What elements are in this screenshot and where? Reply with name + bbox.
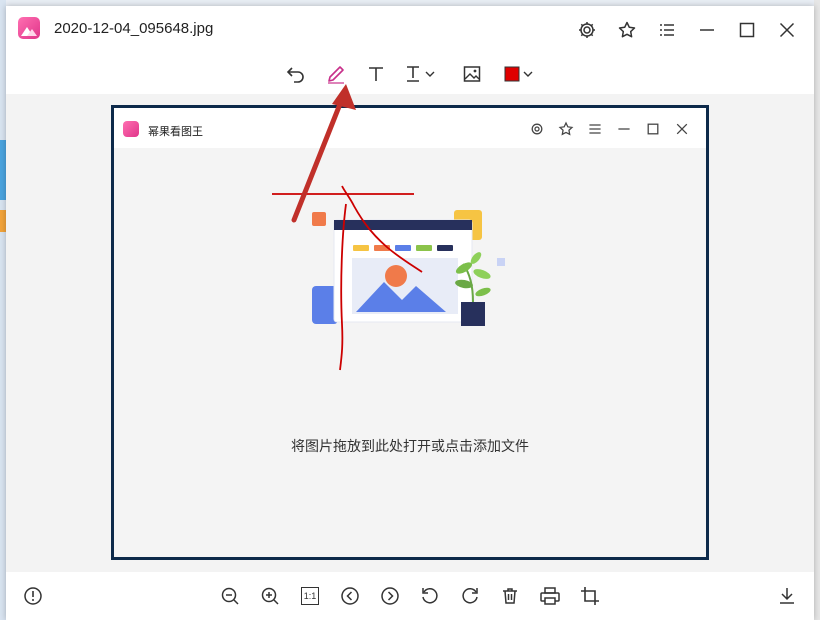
star-icon[interactable]	[613, 16, 641, 44]
menu-icon[interactable]	[653, 16, 681, 44]
prev-icon[interactable]	[336, 582, 364, 610]
app-logo-icon	[18, 17, 40, 39]
next-icon[interactable]	[376, 582, 404, 610]
zoom-out-icon[interactable]	[216, 582, 244, 610]
delete-icon[interactable]	[496, 582, 524, 610]
bottom-toolbar: 1:1	[6, 572, 814, 620]
rotate-left-icon[interactable]	[416, 582, 444, 610]
zoom-in-icon[interactable]	[256, 582, 284, 610]
actual-size-label: 1:1	[301, 587, 319, 605]
rotate-right-icon[interactable]	[456, 582, 484, 610]
viewer-window: 2020-12-04_095648.jpg 幂果看图王 将图片拖放到此处打开或点…	[6, 6, 814, 620]
pointer-arrow	[291, 84, 356, 223]
annotation-toolbar	[6, 54, 814, 94]
info-icon[interactable]	[19, 582, 47, 610]
crop-icon[interactable]	[576, 582, 604, 610]
pen-annotation	[272, 185, 423, 371]
close-icon[interactable]	[773, 16, 801, 44]
image-icon[interactable]	[457, 60, 487, 88]
title-bar: 2020-12-04_095648.jpg	[6, 6, 814, 54]
actual-size-icon[interactable]: 1:1	[296, 582, 324, 610]
desktop-edge-right	[814, 0, 820, 620]
color-picker[interactable]	[499, 60, 539, 88]
download-icon[interactable]	[773, 582, 801, 610]
displayed-image: 幂果看图王 将图片拖放到此处打开或点击添加文件	[111, 105, 709, 560]
gear-icon[interactable]	[573, 16, 601, 44]
window-title: 2020-12-04_095648.jpg	[54, 20, 214, 37]
minimize-icon[interactable]	[693, 16, 721, 44]
maximize-icon[interactable]	[733, 16, 761, 44]
text-style-icon[interactable]	[401, 60, 441, 88]
print-icon[interactable]	[536, 582, 564, 610]
